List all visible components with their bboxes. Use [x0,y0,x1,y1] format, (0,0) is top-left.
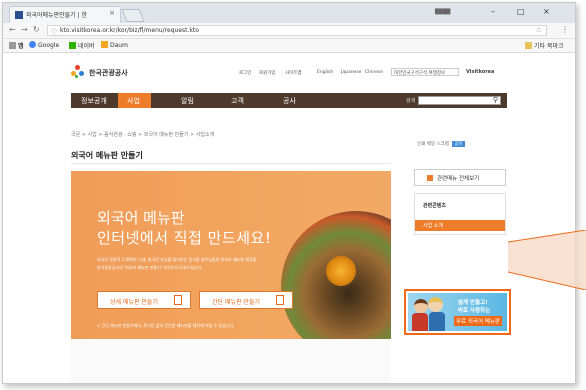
related-site-label: 대한민국구석구석 여행정보 [394,71,446,76]
document-icon [276,295,284,305]
detail-menu-button[interactable]: 상세 메뉴판 만들기 [97,291,191,309]
minimize-button[interactable]: – [491,7,495,16]
promo-line-2: 바로 사용하는 [458,308,491,314]
logo-text: 한국관광공사 [89,69,128,77]
detail-menu-label: 상세 메뉴판 만들기 [110,299,158,306]
bookmark-star-icon[interactable]: ☆ [536,26,542,34]
promo-line-1: 쉽게 만들고! [458,300,488,306]
url-text: kto.visitkorea.or.kr/kor/biz/fl/menu/req… [60,27,199,34]
all-menu-button[interactable]: 관련메뉴 전체보기 [414,169,506,186]
nav-item-info[interactable]: 정보공개 [81,96,107,106]
browser-tab[interactable]: 외국어메뉴판만들기 | 한 × [9,6,121,23]
hero-desc-2: 한국관광공사의 '외국어 메뉴판 만들기' 사이트가 도와드립니다. [97,265,203,270]
folder-icon [525,42,532,49]
window-user-label: ████ [435,9,451,15]
hero-desc-1: 외국인 관광객 1,000만 시대, 외국인 손님을 맞이하는 음식점 점주님들… [97,257,257,262]
close-window-button[interactable]: × [543,7,550,16]
search-label: 검색 [406,98,416,104]
nav-item-notice[interactable]: 알림 [181,96,194,106]
search-input[interactable]: ⚲ [418,96,501,105]
search-icon[interactable]: ⚲ [493,96,498,104]
visitkorea-link[interactable]: Visitkorea [466,69,494,75]
related-content-header: 관련콘텐츠 [423,203,447,209]
hero-title-2: 인터넷에서 직접 만드세요! [97,229,272,247]
address-bar-row: ← → ↻ ⓘ kto.visitkorea.or.kr/kor/biz/fl/… [3,23,575,39]
breadcrumb: 국문 > 사업 > 음식관광 · 쇼핑 > 외국어 메뉴판 만들기 > 사업소개 [71,132,215,138]
page-title: 외국어 메뉴판 만들기 [71,151,143,160]
reload-icon[interactable]: ↻ [33,25,40,34]
tools-links[interactable]: 인쇄 메일 스크랩 [417,142,449,147]
hero-title-1: 외국어 메뉴판 [97,209,185,227]
related-item[interactable]: 사업 소개 [415,220,505,231]
related-site-select[interactable]: 대한민국구석구석 여행정보 [391,68,459,76]
new-tab-button[interactable] [121,9,145,22]
google-icon [29,41,36,48]
tab-close-icon[interactable]: × [109,9,115,17]
forward-icon[interactable]: → [21,25,28,34]
daum-icon [101,41,108,48]
page-tools: 인쇄 메일 스크랩 공유 [417,141,465,147]
person-head-icon [414,299,428,313]
signup-link[interactable]: 회원가입 [259,70,276,76]
bookmark-other[interactable]: 기타 북마크 [525,41,564,50]
sitemap-link[interactable]: 사이트맵 [285,70,302,76]
kto-logo-icon [71,65,85,79]
related-content-box: 관련콘텐츠 사업 소개 [414,193,506,235]
nav-item-corporation[interactable]: 공사 [283,96,296,106]
related-item-label: 사업 소개 [423,223,443,229]
nav-item-customer[interactable]: 고객 [231,96,244,106]
login-link[interactable]: 로그인 [239,70,251,76]
bookmarks-bar: 앱 Google 네이버 Daum 기타 북마크 [3,39,575,53]
title-divider [71,163,391,164]
share-button[interactable]: 공유 [452,141,465,147]
egg-yolk-image [326,256,356,286]
promo-banner[interactable]: 쉽게 만들고! 바로 사용하는 무료 외국어 메뉴판 [404,289,511,335]
english-link[interactable]: English [317,70,333,75]
nav-item-business[interactable]: 사업 [127,96,140,106]
edit-document-icon [174,295,182,305]
browser-window: 외국어메뉴판만들기 | 한 × ████ – □ × ← → ↻ ⓘ kto.v… [2,2,576,384]
promo-line-3: 무료 외국어 메뉴판 [454,316,502,326]
simple-menu-button[interactable]: 간단 메뉴판 만들기 [199,291,293,309]
maximize-button[interactable]: □ [517,7,525,16]
hero-note: ✔ 간단 메뉴판 만들기에서, 로그인 없이 간단한 메뉴판을 제작해 보실 수… [97,323,235,328]
bookmark-daum[interactable]: Daum [101,41,128,49]
back-icon[interactable]: ← [9,25,16,34]
japanese-link[interactable]: Japanese [341,70,361,75]
browser-menu-icon[interactable]: ⋮ [561,25,569,34]
simple-menu-label: 간단 메뉴판 만들기 [212,299,260,306]
bookmark-apps[interactable]: 앱 [9,41,24,50]
web-page: 한국관광공사 로그인 회원가입 사이트맵 English Japanese Ch… [3,53,575,383]
person-body-red [412,313,428,331]
hero-banner: 외국어 메뉴판 인터넷에서 직접 만드세요! 외국인 관광객 1,000만 시대… [71,171,391,339]
bookmark-google[interactable]: Google [29,41,59,49]
naver-icon [69,42,76,49]
url-input[interactable]: ⓘ kto.visitkorea.or.kr/kor/biz/fl/menu/r… [47,25,547,36]
apps-icon [9,42,16,49]
all-menu-label: 관련메뉴 전체보기 [437,176,480,182]
content-area [71,339,391,383]
favicon-icon [15,11,23,19]
promo-background: 쉽게 만들고! 바로 사용하는 무료 외국어 메뉴판 [408,293,507,331]
main-navigation: 정보공개 사업 알림 고객 공사 검색 ⚲ [71,93,507,108]
bookmark-naver[interactable]: 네이버 [69,41,95,50]
info-icon[interactable]: ⓘ [51,27,57,36]
tab-title: 외국어메뉴판만들기 | 한 [26,12,88,19]
person-head-icon-2 [428,297,443,312]
tab-strip: 외국어메뉴판만들기 | 한 × ████ – □ × [3,3,575,23]
orange-square-icon [427,175,433,181]
person-body-blue [429,312,445,331]
callout-pointer [508,230,586,290]
chinese-link[interactable]: Chinese [365,70,383,75]
